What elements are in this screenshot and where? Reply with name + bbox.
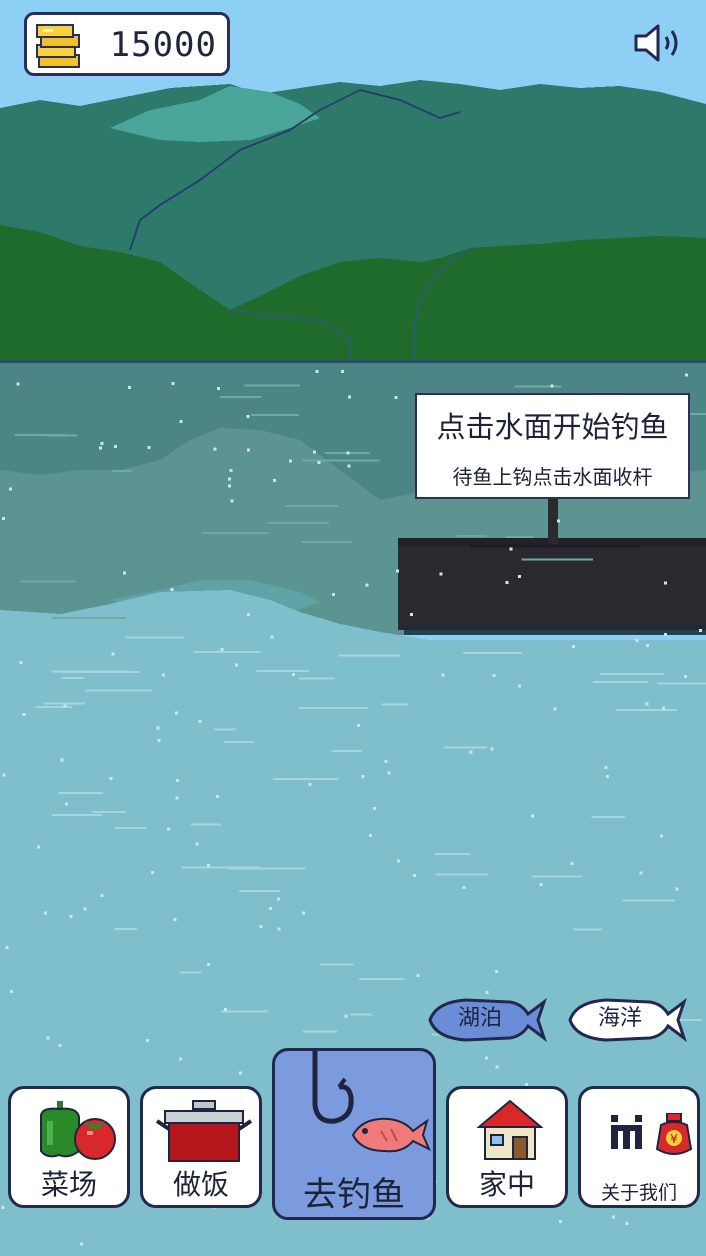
nav-fishing-label: 去钓鱼 xyxy=(303,1175,405,1215)
vegetables-icon xyxy=(40,1101,116,1160)
red-fish-icon xyxy=(351,1117,431,1153)
sound-toggle-button[interactable] xyxy=(632,20,690,66)
nav-farm-button[interactable]: 菜场 xyxy=(8,1086,130,1208)
location-tag-lake[interactable]: 湖泊 xyxy=(426,994,550,1046)
coin-balance-panel: 15000 xyxy=(24,12,230,76)
nav-home-button[interactable]: 家中 xyxy=(446,1086,568,1208)
gold-coin-stack-icon xyxy=(36,24,80,68)
team-logo-icon xyxy=(611,1115,642,1149)
fishing-instruction-tooltip: 点击水面开始钓鱼 待鱼上钩点击水面收杆 xyxy=(415,393,690,499)
location-label-ocean: 海洋 xyxy=(597,1006,642,1031)
nav-about-label: 关于我们 xyxy=(600,1182,677,1204)
location-tag-ocean[interactable]: 海洋 xyxy=(566,994,690,1046)
nav-about-button[interactable]: ¥ 关于我们 xyxy=(578,1086,700,1208)
nav-cook-button[interactable]: 做饭 xyxy=(140,1086,262,1208)
speaker-icon xyxy=(634,24,678,62)
nav-fishing-button[interactable]: 去钓鱼 xyxy=(272,1048,436,1220)
house-icon xyxy=(477,1099,543,1160)
tooltip-title: 点击水面开始钓鱼 xyxy=(436,410,669,444)
nav-home-label: 家中 xyxy=(478,1168,535,1201)
svg-text:¥: ¥ xyxy=(670,1132,678,1146)
location-label-lake: 湖泊 xyxy=(457,1006,502,1031)
red-envelope-bag-icon: ¥ xyxy=(655,1113,693,1155)
nav-cook-label: 做饭 xyxy=(172,1168,229,1201)
tooltip-subtitle: 待鱼上钩点击水面收杆 xyxy=(452,465,653,489)
cooking-pot-icon xyxy=(155,1100,253,1162)
nav-farm-label: 菜场 xyxy=(40,1168,97,1201)
coin-count: 15000 xyxy=(109,25,217,65)
